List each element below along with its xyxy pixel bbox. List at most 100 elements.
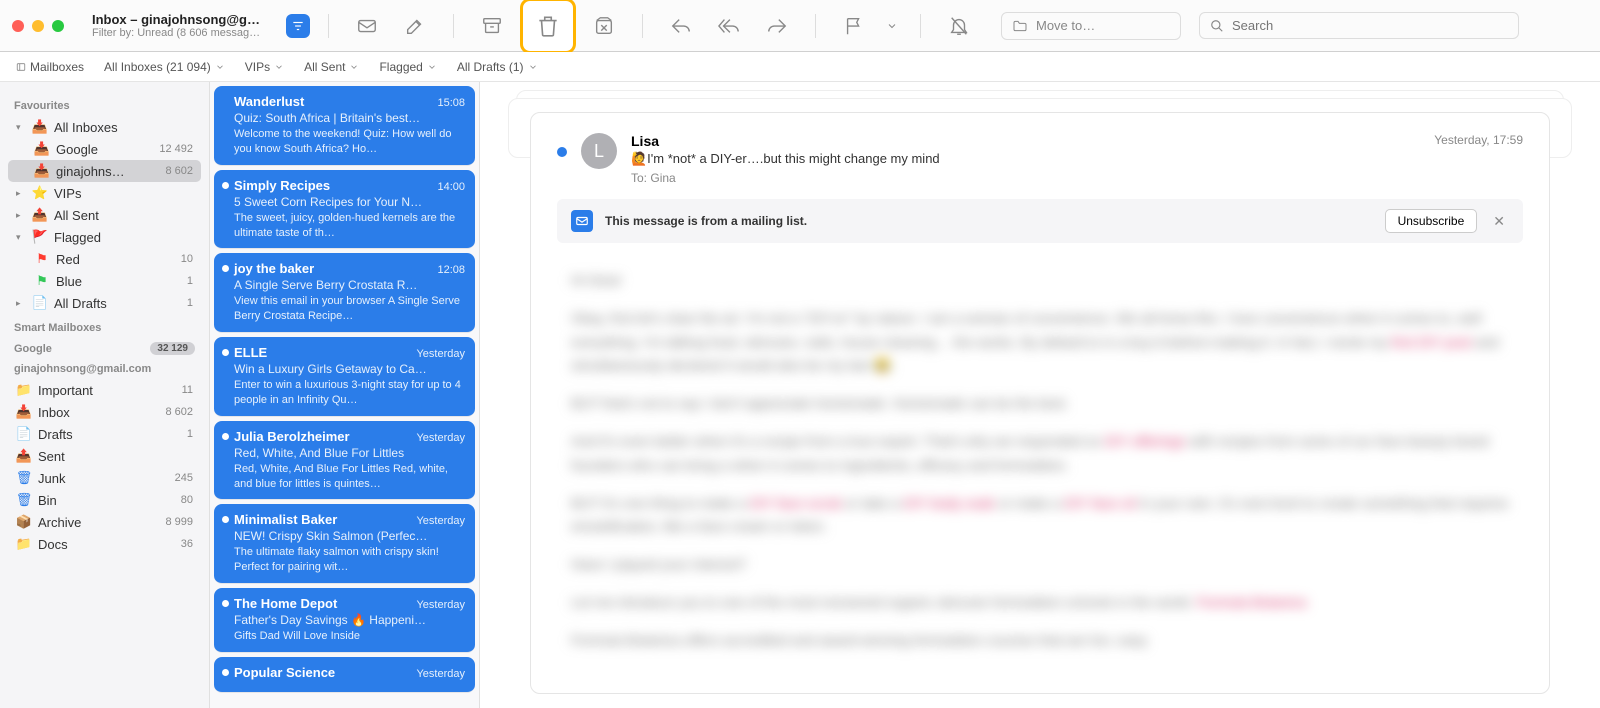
- favourites-section-label: Favourites: [14, 100, 195, 112]
- search-field[interactable]: [1199, 12, 1519, 39]
- disclosure-triangle[interactable]: ▾: [16, 232, 26, 243]
- archive-button[interactable]: [472, 6, 512, 46]
- message-preview: Gifts Dad Will Love Inside: [234, 629, 465, 644]
- filter-bar: Mailboxes All Inboxes (21 094) VIPs All …: [0, 52, 1600, 82]
- reply-all-button[interactable]: [709, 6, 749, 46]
- filter-all-inboxes[interactable]: All Inboxes (21 094): [104, 60, 225, 74]
- message-time: 14:00: [437, 181, 465, 193]
- sidebar-junk[interactable]: 🗑Junk245: [8, 467, 201, 489]
- message-sender: Wanderlust: [234, 94, 304, 109]
- message-time: Yesterday: [416, 668, 465, 680]
- separator: [642, 14, 643, 38]
- sidebar-inbox[interactable]: 📥Inbox8 602: [8, 401, 201, 423]
- chevron-down-icon: [349, 62, 359, 72]
- inbox-icon: 📥: [34, 163, 50, 179]
- inbox-icon: 📥: [34, 141, 50, 157]
- message-item[interactable]: Julia Berolzheimer Yesterday Red, White,…: [214, 421, 475, 501]
- message-list[interactable]: Wanderlust 15:08 Quiz: South Africa | Br…: [210, 82, 480, 708]
- unread-indicator: [557, 147, 567, 157]
- filter-all-sent[interactable]: All Sent: [304, 60, 359, 74]
- archive-icon: [481, 15, 503, 37]
- junk-button[interactable]: [584, 6, 624, 46]
- unsubscribe-button[interactable]: Unsubscribe: [1385, 209, 1478, 233]
- get-mail-button[interactable]: [347, 6, 387, 46]
- sidebar-docs[interactable]: 📁Docs36: [8, 533, 201, 555]
- window-controls: [12, 20, 64, 32]
- message-subject: Red, White, And Blue For Littles: [234, 446, 465, 460]
- filter-all-drafts[interactable]: All Drafts (1): [457, 60, 538, 74]
- sidebar-all-drafts[interactable]: ▸ 📄 All Drafts 1: [8, 292, 201, 314]
- delete-button[interactable]: [520, 0, 576, 54]
- flag-menu-button[interactable]: [882, 6, 902, 46]
- message-time: Yesterday: [416, 432, 465, 444]
- disclosure-triangle[interactable]: ▸: [16, 188, 26, 199]
- sidebar-sent[interactable]: 📤Sent: [8, 445, 201, 467]
- sidebar-red-flag[interactable]: ⚑ Red 10: [8, 248, 201, 270]
- paper-plane-icon: 📤: [32, 207, 48, 223]
- move-to-select[interactable]: Move to…: [1001, 12, 1181, 40]
- search-input[interactable]: [1232, 18, 1508, 33]
- message-sender: joy the baker: [234, 261, 314, 276]
- fullscreen-window-button[interactable]: [52, 20, 64, 32]
- compose-icon: [404, 15, 426, 37]
- message-subject: A Single Serve Berry Crostata R…: [234, 278, 465, 292]
- folder-icon: [1012, 18, 1028, 34]
- message-item[interactable]: ELLE Yesterday Win a Luxury Girls Getawa…: [214, 337, 475, 417]
- mute-button[interactable]: [939, 6, 979, 46]
- bell-slash-icon: [948, 15, 970, 37]
- message-sender: The Home Depot: [234, 596, 337, 611]
- message-preview: View this email in your browser A Single…: [234, 294, 465, 324]
- minimize-window-button[interactable]: [32, 20, 44, 32]
- close-window-button[interactable]: [12, 20, 24, 32]
- message-item[interactable]: joy the baker 12:08 A Single Serve Berry…: [214, 253, 475, 333]
- message-time: 12:08: [437, 264, 465, 276]
- unread-dot: [222, 182, 229, 189]
- message-preview: Enter to win a luxurious 3-night stay fo…: [234, 378, 465, 408]
- reader-pane: L Lisa 🙋I'm *not* a DIY-er….but this mig…: [480, 82, 1600, 708]
- banner-close-button[interactable]: ✕: [1489, 213, 1509, 230]
- email-card: L Lisa 🙋I'm *not* a DIY-er….but this mig…: [530, 112, 1550, 694]
- message-item[interactable]: Simply Recipes 14:00 5 Sweet Corn Recipe…: [214, 170, 475, 250]
- sidebar-all-inboxes[interactable]: ▾ 📥 All Inboxes: [8, 116, 201, 138]
- message-item[interactable]: Popular Science Yesterday: [214, 657, 475, 693]
- reply-button[interactable]: [661, 6, 701, 46]
- sidebar-drafts[interactable]: 📄Drafts1: [8, 423, 201, 445]
- trash-icon: [535, 13, 561, 39]
- disclosure-triangle[interactable]: ▸: [16, 298, 26, 309]
- filter-mailboxes-button[interactable]: Mailboxes: [16, 60, 84, 74]
- mail-badge-icon: [571, 210, 593, 232]
- forward-icon: [766, 15, 788, 37]
- compose-button[interactable]: [395, 6, 435, 46]
- message-item[interactable]: Wanderlust 15:08 Quiz: South Africa | Br…: [214, 86, 475, 166]
- email-header: L Lisa 🙋I'm *not* a DIY-er….but this mig…: [531, 113, 1549, 199]
- unread-dot: [222, 433, 229, 440]
- filter-vips[interactable]: VIPs: [245, 60, 284, 74]
- message-item[interactable]: The Home Depot Yesterday Father's Day Sa…: [214, 588, 475, 653]
- document-icon: 📄: [16, 426, 32, 442]
- message-sender: Simply Recipes: [234, 178, 330, 193]
- message-item[interactable]: Minimalist Baker Yesterday NEW! Crispy S…: [214, 504, 475, 584]
- sidebar-google[interactable]: 📥 Google 12 492: [8, 138, 201, 160]
- email-date: Yesterday, 17:59: [1434, 133, 1523, 147]
- sidebar-gina-account[interactable]: 📥 ginajohns… 8 602: [8, 160, 201, 182]
- disclosure-triangle[interactable]: ▾: [16, 122, 26, 133]
- inbox-icon: 📥: [32, 119, 48, 135]
- chevron-down-icon: [215, 62, 225, 72]
- filter-button[interactable]: [286, 14, 310, 38]
- flag-button[interactable]: [834, 6, 874, 46]
- sidebar-blue-flag[interactable]: ⚑ Blue 1: [8, 270, 201, 292]
- sidebar-bin[interactable]: 🗑Bin80: [8, 489, 201, 511]
- sidebar-archive[interactable]: 📦Archive8 999: [8, 511, 201, 533]
- forward-button[interactable]: [757, 6, 797, 46]
- disclosure-triangle[interactable]: ▸: [16, 210, 26, 221]
- sidebar-all-sent[interactable]: ▸ 📤 All Sent: [8, 204, 201, 226]
- sidebar-important[interactable]: 📁Important11: [8, 379, 201, 401]
- to-line: To: Gina: [631, 171, 1420, 185]
- folder-icon: 📁: [16, 536, 32, 552]
- message-sender: Minimalist Baker: [234, 512, 337, 527]
- message-sender: ELLE: [234, 345, 267, 360]
- filter-flagged[interactable]: Flagged: [379, 60, 436, 74]
- archive-icon: 📦: [16, 514, 32, 530]
- sidebar-vips[interactable]: ▸ ⭐ VIPs: [8, 182, 201, 204]
- sidebar-flagged[interactable]: ▾ 🚩 Flagged: [8, 226, 201, 248]
